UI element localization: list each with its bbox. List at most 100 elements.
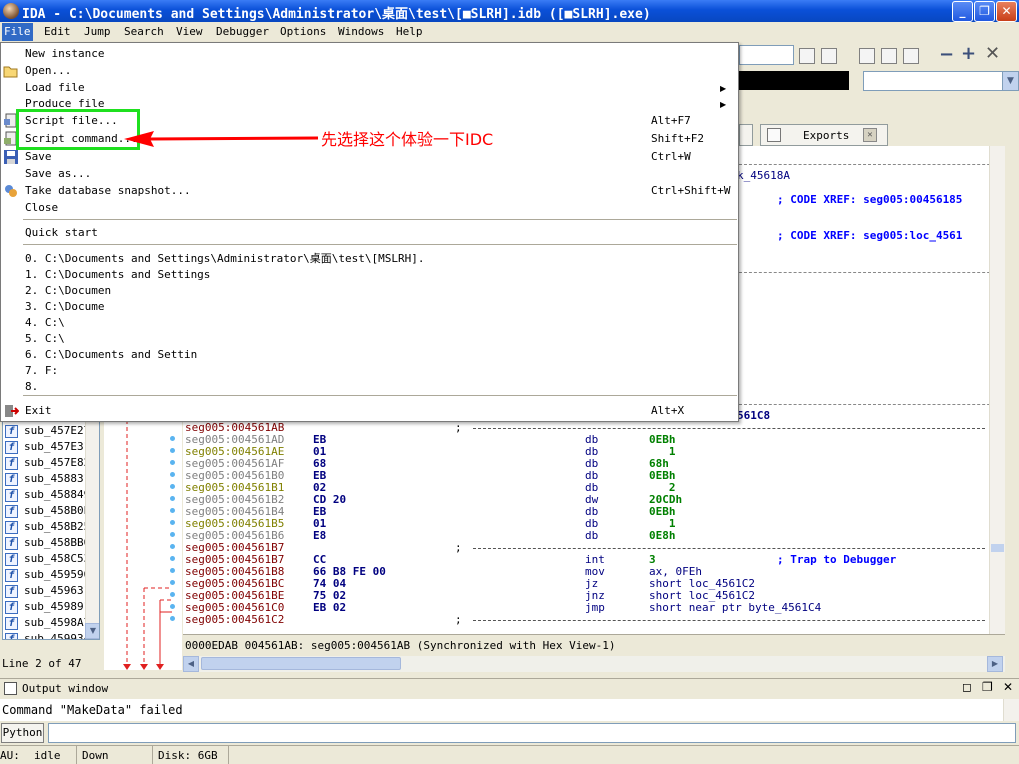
breakpoint-dot[interactable] bbox=[170, 520, 175, 525]
menu-file[interactable]: File bbox=[2, 23, 33, 41]
plus-icon[interactable]: + bbox=[961, 43, 976, 64]
function-list-item[interactable]: f sub_458B0E bbox=[5, 503, 87, 519]
function-list-item[interactable]: f sub_459891 bbox=[5, 599, 87, 615]
breakpoint-dot[interactable] bbox=[170, 556, 175, 561]
menu-debugger[interactable]: Debugger bbox=[216, 25, 269, 38]
restore-pane-icon[interactable]: ◻ bbox=[962, 680, 972, 694]
breakpoint-del-icon[interactable] bbox=[903, 48, 919, 64]
menu-close[interactable]: Close bbox=[25, 200, 58, 216]
tab-exports[interactable]: Exports ✕ bbox=[760, 124, 888, 146]
menu-open[interactable]: Open... bbox=[25, 63, 71, 79]
menu-recent-file[interactable]: 3. C:\Docume bbox=[25, 299, 104, 315]
menu-recent-file[interactable]: 6. C:\Documents and Settin bbox=[25, 347, 197, 363]
menu-options[interactable]: Options bbox=[280, 25, 326, 38]
menu-jump[interactable]: Jump bbox=[84, 25, 111, 38]
function-list-item[interactable]: f sub_458BB0 bbox=[5, 535, 87, 551]
menu-recent-file[interactable]: 7. F: bbox=[25, 363, 58, 379]
snapshot-icon bbox=[3, 183, 19, 199]
close-x-icon[interactable]: ✕ bbox=[985, 43, 1000, 64]
maximize-button[interactable]: ❐ bbox=[974, 1, 995, 22]
menu-help[interactable]: Help bbox=[396, 25, 423, 38]
xref-icon[interactable] bbox=[799, 48, 815, 64]
function-list-item[interactable]: f sub_458849 bbox=[5, 487, 87, 503]
function-name: sub_458B0E bbox=[24, 504, 87, 517]
output-text-area[interactable]: Command "MakeData" failed bbox=[0, 699, 1019, 721]
menu-new-instance[interactable]: New instance bbox=[25, 46, 104, 62]
function-name: sub_458B25 bbox=[24, 520, 87, 533]
menu-exit[interactable]: Exit bbox=[25, 403, 52, 419]
function-list-item[interactable]: f sub_4598A7 bbox=[5, 615, 87, 631]
breakpoint-dot[interactable] bbox=[170, 580, 175, 585]
menu-save-as[interactable]: Save as... bbox=[25, 166, 91, 182]
float-pane-icon[interactable]: ❐ bbox=[982, 680, 993, 694]
menu-recent-file[interactable]: 2. C:\Documen bbox=[25, 283, 111, 299]
function-list-item[interactable]: f sub_459590 bbox=[5, 567, 87, 583]
hscroll-thumb[interactable] bbox=[201, 657, 401, 670]
breakpoint-dot[interactable] bbox=[170, 568, 175, 573]
menu-edit[interactable]: Edit bbox=[44, 25, 71, 38]
python-button[interactable]: Python bbox=[1, 723, 44, 743]
tab-close-icon[interactable]: ✕ bbox=[863, 128, 877, 142]
disasm-operand[interactable]: short near ptr byte_4561C4 bbox=[649, 602, 821, 614]
function-list-item[interactable]: f sub_457E31 bbox=[5, 439, 87, 455]
script-file-shortcut: Alt+F7 bbox=[651, 114, 691, 127]
ida-app-icon[interactable] bbox=[3, 3, 19, 19]
command-input[interactable] bbox=[48, 723, 1016, 743]
breakpoint-dot[interactable] bbox=[170, 544, 175, 549]
breakpoint-dot[interactable] bbox=[170, 496, 175, 501]
disasm-operand[interactable]: 0E8h bbox=[649, 530, 676, 542]
tab-previous[interactable] bbox=[739, 124, 753, 146]
menu-load-file[interactable]: Load file bbox=[25, 80, 85, 96]
breakpoint-dot[interactable] bbox=[170, 592, 175, 597]
function-list-item[interactable]: f sub_457E27 bbox=[5, 423, 87, 439]
breakpoint-add-icon[interactable] bbox=[881, 48, 897, 64]
breakpoint-dot[interactable] bbox=[170, 436, 175, 441]
menu-recent-file[interactable]: 8. bbox=[25, 379, 38, 395]
function-icon: f bbox=[5, 568, 18, 582]
function-list-item[interactable]: f sub_457E82 bbox=[5, 455, 87, 471]
menu-recent-file[interactable]: 1. C:\Documents and Settings bbox=[25, 267, 210, 283]
scroll-down-button[interactable]: ▼ bbox=[85, 623, 99, 639]
breakpoint-list-icon[interactable] bbox=[859, 48, 875, 64]
menu-view[interactable]: View bbox=[176, 25, 203, 38]
breakpoint-dot[interactable] bbox=[170, 448, 175, 453]
refresh-icon[interactable] bbox=[821, 48, 837, 64]
function-list-item[interactable]: f sub_459934 bbox=[5, 631, 87, 639]
breakpoint-dot[interactable] bbox=[170, 604, 175, 609]
menu-search[interactable]: Search bbox=[124, 25, 164, 38]
separator-semicolon: ; bbox=[455, 421, 462, 434]
navigation-band[interactable] bbox=[739, 71, 849, 90]
breakpoint-dot[interactable] bbox=[170, 616, 175, 621]
scroll-left-button[interactable]: ◀ bbox=[183, 656, 199, 672]
function-list-item[interactable]: f sub_459631 bbox=[5, 583, 87, 599]
function-list-item[interactable]: f sub_458C53 bbox=[5, 551, 87, 567]
scroll-thumb[interactable] bbox=[991, 544, 1004, 552]
disasm-line[interactable]: seg005:004561C2 bbox=[185, 614, 284, 626]
breakpoint-dot[interactable] bbox=[170, 460, 175, 465]
menu-recent-file[interactable]: 4. C:\ bbox=[25, 315, 65, 331]
breakpoint-dot[interactable] bbox=[170, 532, 175, 537]
function-list-item[interactable]: f sub_458831 bbox=[5, 471, 87, 487]
close-pane-icon[interactable]: ✕ bbox=[1003, 680, 1013, 694]
breakpoint-dot[interactable] bbox=[170, 484, 175, 489]
functions-vscrollbar[interactable]: ▼ bbox=[85, 421, 99, 639]
output-vscrollbar[interactable] bbox=[1003, 699, 1019, 721]
address-combo[interactable]: ▼ bbox=[863, 71, 1019, 91]
close-button[interactable]: ✕ bbox=[996, 1, 1017, 22]
menu-windows[interactable]: Windows bbox=[338, 25, 384, 38]
menu-recent-file[interactable]: 0. C:\Documents and Settings\Administrat… bbox=[25, 251, 425, 267]
toolbar-combo[interactable] bbox=[739, 45, 794, 65]
functions-list[interactable]: f sub_457E27 f sub_457E31 f sub_457E82 f sub_45… bbox=[2, 420, 100, 640]
disasm-vscrollbar[interactable] bbox=[989, 146, 1005, 634]
menu-recent-file[interactable]: 5. C:\ bbox=[25, 331, 65, 347]
menu-quick-start[interactable]: Quick start bbox=[25, 225, 98, 241]
breakpoint-dot[interactable] bbox=[170, 472, 175, 477]
disasm-hscrollbar[interactable]: ◀ ▶ bbox=[183, 656, 1005, 672]
function-list-item[interactable]: f sub_458B25 bbox=[5, 519, 87, 535]
minus-icon[interactable]: − bbox=[939, 44, 954, 65]
minimize-button[interactable]: _ bbox=[952, 1, 973, 22]
menu-take-snapshot[interactable]: Take database snapshot... bbox=[25, 183, 191, 199]
menu-save[interactable]: Save bbox=[25, 149, 52, 165]
scroll-right-button[interactable]: ▶ bbox=[987, 656, 1003, 672]
breakpoint-dot[interactable] bbox=[170, 508, 175, 513]
